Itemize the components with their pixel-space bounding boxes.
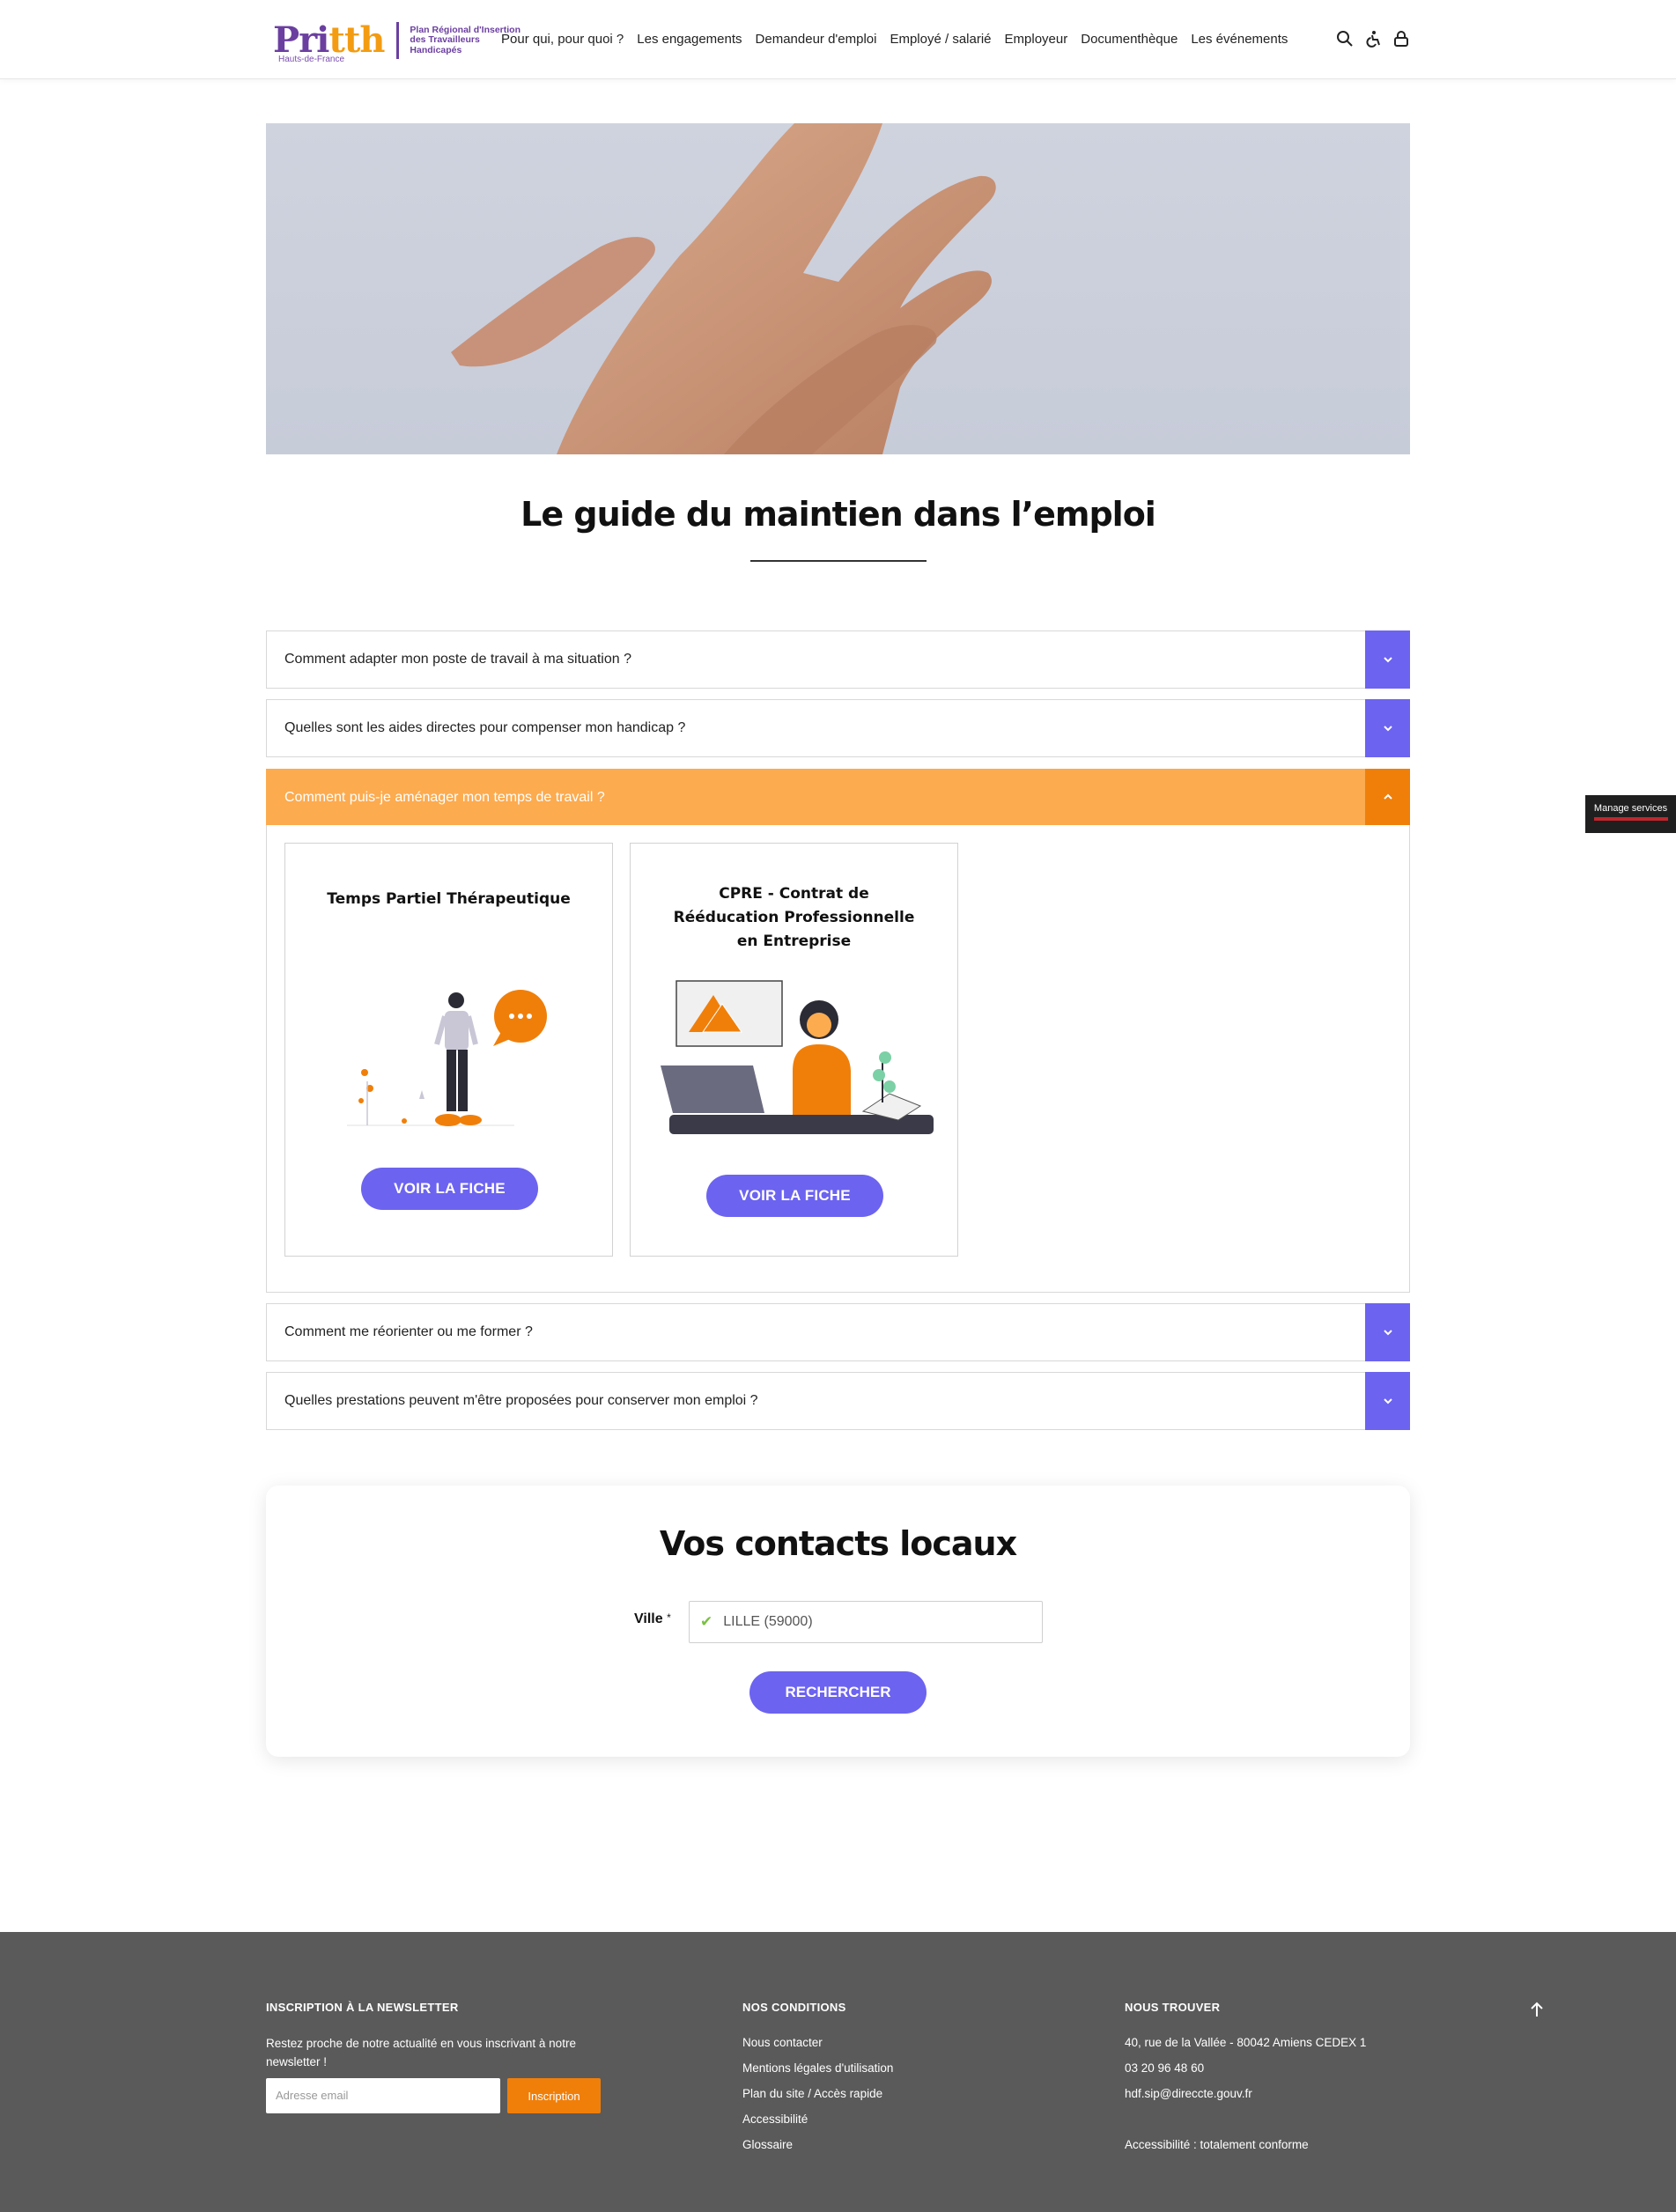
chevron-down-icon[interactable] bbox=[1365, 1372, 1410, 1430]
find-us-info: 40, rue de la Vallée - 80042 Amiens CEDE… bbox=[1125, 2036, 1366, 2164]
nav-item-employe[interactable]: Employé / salarié bbox=[890, 32, 991, 47]
card-title: Temps Partiel Thérapeutique bbox=[327, 890, 571, 908]
contacts-title: Vos contacts locaux bbox=[659, 1524, 1017, 1563]
local-contacts-panel: Vos contacts locaux Ville * ✔ LILLE (590… bbox=[266, 1486, 1410, 1757]
nav-item-pour-qui[interactable]: Pour qui, pour quoi ? bbox=[501, 32, 624, 47]
chevron-down-icon[interactable] bbox=[1365, 699, 1410, 757]
title-underline bbox=[750, 560, 927, 562]
accordion-item-poste[interactable]: Comment adapter mon poste de travail à m… bbox=[266, 630, 1410, 689]
newsletter-email-input[interactable]: Adresse email bbox=[266, 2078, 500, 2113]
hero-banner-image bbox=[266, 123, 1410, 454]
footer-link-accessibilite[interactable]: Accessibilité bbox=[742, 2112, 893, 2138]
footer-link-mentions[interactable]: Mentions légales d'utilisation bbox=[742, 2061, 893, 2087]
ville-value: LILLE (59000) bbox=[723, 1614, 813, 1629]
ville-label: Ville * bbox=[634, 1611, 671, 1626]
footer-link-glossaire[interactable]: Glossaire bbox=[742, 2138, 893, 2164]
main-nav: Pour qui, pour quoi ? Les engagements De… bbox=[501, 32, 1301, 47]
newsletter-subscribe-button[interactable]: Inscription bbox=[507, 2078, 601, 2113]
chevron-up-icon[interactable] bbox=[1365, 769, 1410, 825]
footer-link-plan[interactable]: Plan du site / Accès rapide bbox=[742, 2087, 893, 2112]
woman-at-laptop-illustration bbox=[661, 980, 934, 1134]
card-cpre: CPRE - Contrat de Rééducation Profession… bbox=[630, 843, 958, 1257]
site-logo[interactable]: Pritth Hauts-de-France Plan Régional d'I… bbox=[273, 19, 524, 64]
accordion-label: Comment me réorienter ou me former ? bbox=[284, 1324, 533, 1339]
nav-item-documentheque[interactable]: Documenthèque bbox=[1081, 32, 1178, 47]
nav-item-engagements[interactable]: Les engagements bbox=[637, 32, 742, 47]
footer-phone[interactable]: 03 20 96 48 60 bbox=[1125, 2061, 1366, 2087]
search-icon[interactable] bbox=[1335, 29, 1355, 48]
chevron-down-icon[interactable] bbox=[1365, 1303, 1410, 1361]
site-header: Pritth Hauts-de-France Plan Régional d'I… bbox=[0, 0, 1676, 79]
page-title: Le guide du maintien dans l’emploi bbox=[521, 495, 1156, 534]
accordion-label: Comment adapter mon poste de travail à m… bbox=[284, 652, 631, 667]
card-temps-partiel: Temps Partiel Thérapeutique VOIR LA FICH… bbox=[284, 843, 613, 1257]
check-icon: ✔ bbox=[700, 1613, 713, 1630]
ville-field[interactable]: ✔ LILLE (59000) bbox=[689, 1601, 1043, 1643]
site-footer: INSCRIPTION À LA NEWSLETTER Restez proch… bbox=[0, 1932, 1676, 2212]
logo-region: Hauts-de-France bbox=[278, 55, 345, 64]
voir-fiche-button-cpre[interactable]: VOIR LA FICHE bbox=[706, 1175, 883, 1217]
conditions-links: Nous contacter Mentions légales d'utilis… bbox=[742, 2036, 893, 2164]
accordion-item-aides[interactable]: Quelles sont les aides directes pour com… bbox=[266, 699, 1410, 757]
woman-walking-illustration bbox=[347, 990, 547, 1126]
accessibility-icon[interactable] bbox=[1363, 29, 1383, 48]
chevron-down-icon[interactable] bbox=[1365, 630, 1410, 689]
find-us-heading: NOUS TROUVER bbox=[1125, 2001, 1221, 2014]
newsletter-text: Restez proche de notre actualité en vous… bbox=[266, 2037, 576, 2068]
newsletter-heading: INSCRIPTION À LA NEWSLETTER bbox=[266, 2001, 459, 2014]
voir-fiche-button-tpt[interactable]: VOIR LA FICHE bbox=[361, 1168, 538, 1210]
card-title: CPRE - Contrat de Rééducation Profession… bbox=[673, 885, 915, 950]
nav-item-employeur[interactable]: Employeur bbox=[1005, 32, 1068, 47]
accordion-item-reorienter[interactable]: Comment me réorienter ou me former ? bbox=[266, 1303, 1410, 1361]
footer-address: 40, rue de la Vallée - 80042 Amiens CEDE… bbox=[1125, 2036, 1367, 2049]
manage-services-bar bbox=[1593, 817, 1668, 821]
lock-icon[interactable] bbox=[1392, 29, 1411, 48]
accordion-panel-temps-travail: Temps Partiel Thérapeutique VOIR LA FICH… bbox=[266, 825, 1410, 1293]
nav-item-evenements[interactable]: Les événements bbox=[1191, 32, 1288, 47]
footer-link-contact[interactable]: Nous contacter bbox=[742, 2036, 893, 2061]
nav-item-demandeur[interactable]: Demandeur d'emploi bbox=[756, 32, 877, 47]
rechercher-button[interactable]: RECHERCHER bbox=[749, 1671, 927, 1714]
conditions-heading: NOS CONDITIONS bbox=[742, 2001, 846, 2014]
manage-services-tab[interactable]: Manage services bbox=[1585, 795, 1676, 833]
logo-divider bbox=[396, 22, 400, 59]
accordion-label: Quelles prestations peuvent m'être propo… bbox=[284, 1393, 758, 1408]
accordion-item-prestations[interactable]: Quelles prestations peuvent m'être propo… bbox=[266, 1372, 1410, 1430]
accordion-label: Comment puis-je aménager mon temps de tr… bbox=[284, 790, 605, 805]
manage-services-label: Manage services bbox=[1593, 803, 1668, 814]
accordion-item-temps-travail[interactable]: Comment puis-je aménager mon temps de tr… bbox=[266, 769, 1410, 825]
footer-email[interactable]: hdf.sip@direccte.gouv.fr bbox=[1125, 2087, 1366, 2112]
accordion-label: Quelles sont les aides directes pour com… bbox=[284, 720, 686, 735]
footer-accessibility-status[interactable]: Accessibilité : totalement conforme bbox=[1125, 2138, 1366, 2164]
back-to-top-icon[interactable] bbox=[1526, 1999, 1547, 2020]
